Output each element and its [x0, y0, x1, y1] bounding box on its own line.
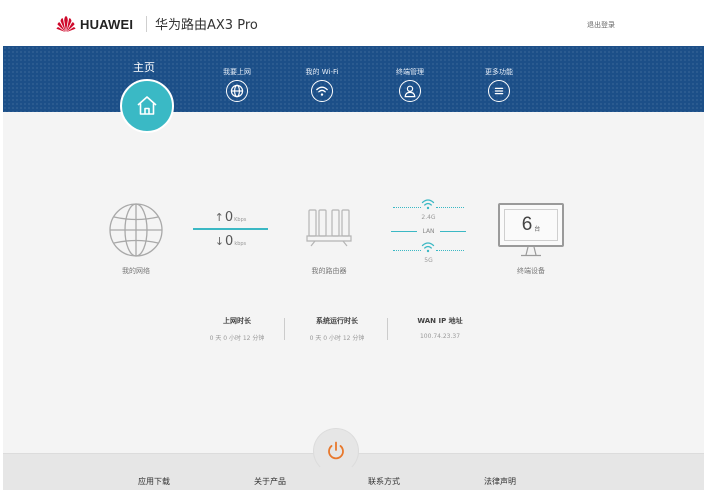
speed-divider: [193, 228, 268, 230]
tab-internet-label: 我要上网: [223, 68, 251, 76]
online-duration: 上网时长 0 天 0 小时 12 分钟: [187, 316, 287, 342]
tab-devices[interactable]: 终端管理: [380, 46, 440, 102]
devices-label: 终端设备: [517, 267, 545, 275]
wifi-24g-icon: [421, 199, 435, 210]
logout-link[interactable]: 退出登录: [587, 20, 615, 30]
router-admin-page: HUAWEI 华为路由AX3 Pro 退出登录 主页 我要上网 我的 Wi-Fi…: [3, 0, 704, 490]
huawei-logo[interactable]: HUAWEI: [56, 15, 133, 33]
wan-ip-title: WAN IP 地址: [417, 317, 463, 325]
network-globe-icon[interactable]: [108, 202, 164, 258]
uptime: 系统运行时长 0 天 0 小时 12 分钟: [287, 316, 387, 342]
tab-wifi[interactable]: 我的 Wi-Fi: [292, 46, 352, 102]
devices-unit: 台: [534, 225, 541, 233]
globe-icon: [226, 80, 248, 102]
download-arrow-icon: ↓: [214, 235, 225, 248]
dots-right-bottom: [436, 250, 464, 252]
download-speed: ↓ 0 kbps: [193, 234, 268, 249]
connection-links: 2.4G LAN 5G: [391, 196, 467, 268]
router-icon[interactable]: [305, 208, 353, 248]
wan-ip: WAN IP 地址 100.74.23.37: [390, 316, 490, 340]
monitor-screen: 6 台: [504, 209, 558, 241]
upload-value: 0: [224, 210, 234, 225]
footer-link-app-download[interactable]: 应用下载: [138, 476, 170, 487]
online-duration-value: 0 天 0 小时 12 分钟: [209, 335, 265, 342]
devices-monitor[interactable]: 6 台: [498, 203, 564, 247]
tab-more-label: 更多功能: [485, 68, 513, 76]
download-unit: kbps: [234, 241, 247, 247]
info-divider-2: [387, 318, 388, 340]
dots-right-top: [436, 207, 464, 209]
tab-home-label[interactable]: 主页: [133, 59, 155, 75]
top-header: HUAWEI 华为路由AX3 Pro 退出登录: [3, 0, 704, 46]
upload-arrow-icon: ↑: [214, 211, 224, 224]
tab-wifi-label: 我的 Wi-Fi: [305, 68, 339, 76]
download-value: 0: [225, 234, 234, 249]
wifi-icon: [311, 80, 333, 102]
footer-link-contact[interactable]: 联系方式: [368, 476, 400, 487]
footer-link-legal[interactable]: 法律声明: [484, 476, 516, 487]
power-button[interactable]: [313, 428, 359, 474]
tab-internet[interactable]: 我要上网: [207, 46, 267, 102]
lan-line-left: [391, 231, 418, 232]
tab-more[interactable]: 更多功能: [469, 46, 529, 102]
dots-left-top: [393, 207, 421, 209]
main-nav: 主页 我要上网 我的 Wi-Fi 终端管理 更多功能: [3, 46, 704, 112]
product-title: 华为路由AX3 Pro: [155, 18, 258, 33]
huawei-flower-icon: [56, 16, 76, 32]
lan-link: LAN: [391, 228, 467, 235]
wan-ip-value: 100.74.23.37: [419, 333, 461, 340]
footer-link-about[interactable]: 关于产品: [254, 476, 286, 487]
monitor-stand-icon: [521, 247, 541, 257]
uptime-title: 系统运行时长: [316, 317, 358, 325]
upload-unit: Kbps: [234, 217, 247, 223]
online-duration-title: 上网时长: [223, 317, 251, 325]
home-icon: [137, 96, 157, 115]
band-5g-label: 5G: [424, 257, 433, 264]
router-label: 我的路由器: [311, 267, 347, 275]
lan-line-right: [439, 231, 467, 232]
menu-icon: [488, 80, 510, 102]
speed-panel: ↑ 0 Kbps ↓ 0 kbps: [193, 210, 268, 249]
header-divider: [146, 16, 147, 32]
wifi-5g-icon: [421, 242, 435, 253]
band-24g-label: 2.4G: [421, 214, 436, 221]
dots-left-bottom: [393, 250, 421, 252]
power-icon: [328, 441, 344, 460]
upload-speed: ↑ 0 Kbps: [193, 210, 268, 225]
lan-label: LAN: [422, 228, 435, 235]
home-button[interactable]: [120, 79, 174, 133]
network-label: 我的网络: [122, 267, 150, 275]
devices-count: 6: [521, 214, 533, 235]
tab-devices-label: 终端管理: [396, 68, 424, 76]
user-icon: [399, 80, 421, 102]
uptime-value: 0 天 0 小时 12 分钟: [309, 335, 365, 342]
brand-name: HUAWEI: [80, 16, 134, 32]
info-divider-1: [284, 318, 285, 340]
